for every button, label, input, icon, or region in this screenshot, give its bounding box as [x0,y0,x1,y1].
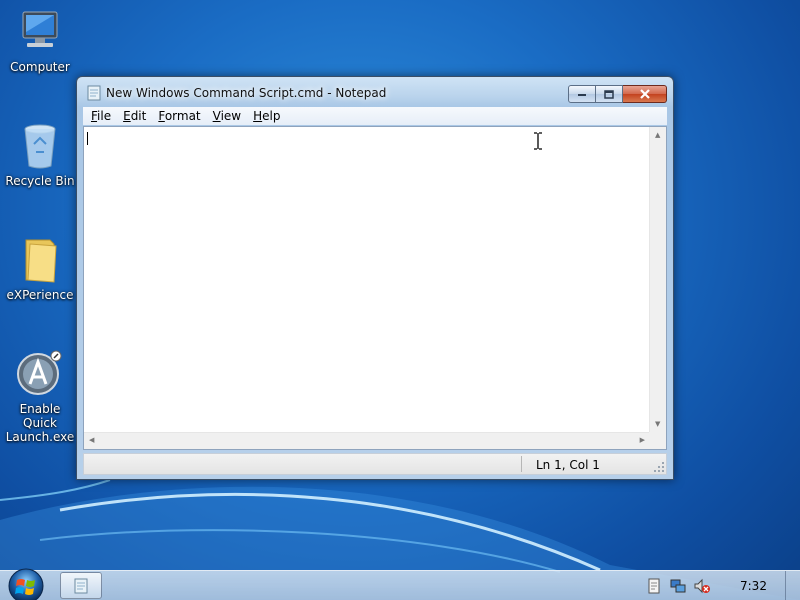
label-line: Enable Quick [19,402,61,430]
folder-icon [16,236,64,284]
menu-format[interactable]: Format [152,109,206,123]
desktop-icon-label: Computer [10,60,70,74]
desktop-icon-label: eXPerience [6,288,74,302]
menu-label: ile [97,109,112,123]
scroll-up-icon[interactable]: ▲ [655,132,660,139]
title-bar[interactable]: New Windows Command Script.cmd - Notepad [77,77,673,107]
minimize-button[interactable] [568,85,596,103]
vertical-scrollbar[interactable]: ▲ ▼ [649,127,666,433]
label-line: Launch.exe [5,430,75,444]
desktop-icon-enable-quick-launch[interactable]: Enable Quick Launch.exe [2,350,78,444]
menu-help[interactable]: Help [247,109,286,123]
menu-label: iew [220,109,242,123]
horizontal-scrollbar[interactable]: ◀ ▶ [84,432,650,449]
scroll-down-icon[interactable]: ▼ [655,421,660,428]
volume-muted-icon[interactable] [694,578,710,594]
desktop-icon-recycle-bin[interactable]: Recycle Bin [2,122,78,188]
scrollbar-corner [649,432,666,449]
computer-icon [16,8,64,56]
desktop-icon-label: Recycle Bin [5,174,75,188]
menu-accel: H [253,109,263,123]
taskbar: 7:32 [0,568,800,600]
ibeam-cursor-icon [534,132,542,150]
text-caret [87,132,88,145]
desktop-icon-computer[interactable]: Computer [2,8,78,74]
menu-accel: E [123,109,131,123]
taskbar-button-notepad[interactable] [60,572,102,599]
quick-launch-icon [16,350,64,398]
menu-accel: V [212,109,221,123]
window-title: New Windows Command Script.cmd - Notepad [106,86,387,100]
status-bar: Ln 1, Col 1 [83,453,667,475]
menu-bar: File Edit Format View Help [83,107,667,125]
cursor-position: Ln 1, Col 1 [536,458,600,472]
menu-file[interactable]: File [85,109,117,123]
notepad-icon [87,85,101,101]
desktop-icon-experience[interactable]: eXPerience [2,236,78,302]
menu-label: ormat [164,109,201,123]
scroll-left-icon[interactable]: ◀ [89,437,94,444]
close-button[interactable] [623,85,667,103]
notepad-window[interactable]: New Windows Command Script.cmd - Notepad… [76,76,674,480]
menu-label: elp [262,109,281,123]
clock[interactable]: 7:32 [740,579,767,593]
menu-label: dit [130,109,147,123]
scroll-right-icon[interactable]: ▶ [640,437,645,444]
menu-edit[interactable]: Edit [117,109,152,123]
show-desktop-button[interactable] [785,571,800,600]
status-divider [521,456,522,472]
network-icon[interactable] [670,578,686,594]
close-icon [639,89,650,99]
start-button[interactable] [6,566,46,600]
minimize-icon [578,94,586,96]
resize-grip-icon[interactable] [654,462,664,472]
text-editor[interactable]: ▲ ▼ ◀ ▶ [83,126,667,450]
action-center-icon[interactable] [646,578,662,594]
desktop-icon-label: Enable Quick Launch.exe [2,402,78,444]
menu-view[interactable]: View [207,109,247,123]
maximize-icon [604,89,614,99]
recycle-bin-icon [16,122,64,170]
maximize-button[interactable] [596,85,623,103]
notepad-icon [74,578,88,593]
